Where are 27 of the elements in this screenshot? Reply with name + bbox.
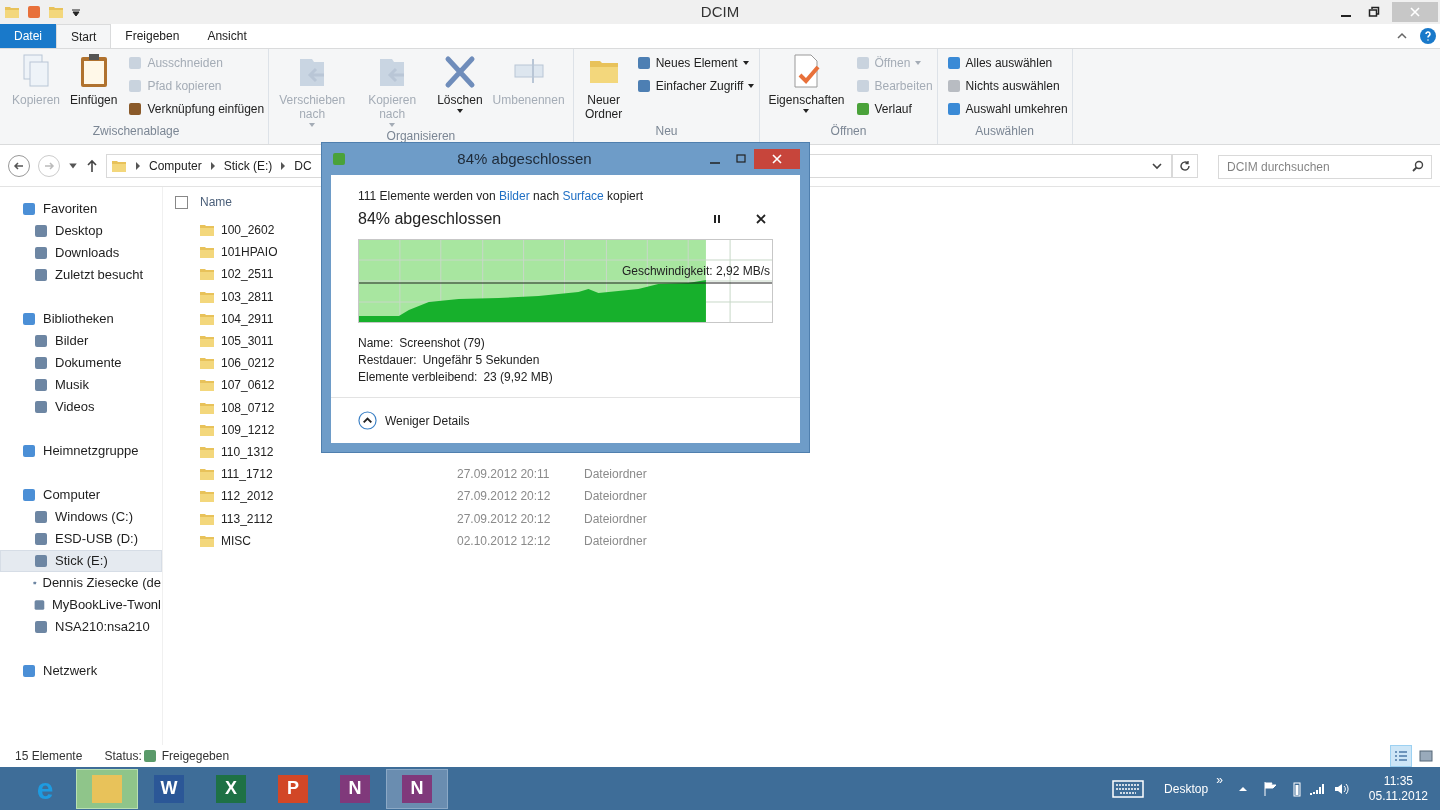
- status-value: Freigegeben: [161, 748, 230, 765]
- detail-label: Elemente verbleibend:: [358, 369, 478, 386]
- group-label: Öffnen: [829, 124, 868, 140]
- group-label: Zwischenablage: [91, 124, 181, 140]
- detail-value: Ungefähr 5 Sekunden: [422, 352, 540, 369]
- detail-value: 23 (9,92 MB): [483, 369, 553, 386]
- detail-value: Screenshot (79): [399, 335, 485, 352]
- date-cell-text: 27.09.2012 20:12: [457, 488, 552, 506]
- type-cell-text: Dateiordner: [584, 488, 647, 506]
- date-cell-text: 02.10.2012 12:12: [457, 532, 552, 550]
- date-cell-text: 27.09.2012 20:11: [457, 466, 551, 484]
- group-label: Auswählen: [974, 124, 1035, 140]
- dialog-title: 84% abgeschlossen: [456, 148, 593, 169]
- group-label: Neu: [654, 124, 679, 140]
- speed-label: Geschwindigkeit: 2,92 MB/s: [621, 263, 770, 280]
- detail-label: Name:: [358, 335, 394, 352]
- detail-label: Restdauer:: [358, 352, 417, 369]
- item-count: 15 Elemente: [15, 748, 83, 765]
- window-title: DCIM: [699, 1, 741, 22]
- date-cell-text: 27.09.2012 20:12: [457, 510, 552, 528]
- type-cell-text: Dateiordner: [584, 532, 647, 550]
- progress-heading: 84% abgeschlossen: [358, 209, 503, 229]
- status-label: Status:: [104, 748, 142, 765]
- type-cell-text: Dateiordner: [584, 510, 647, 528]
- type-cell-text: Dateiordner: [584, 466, 647, 484]
- group-label: Organisieren: [385, 129, 457, 145]
- copy-summary: 111 Elemente werden von Bilder nach Surface kopiert: [358, 188, 645, 205]
